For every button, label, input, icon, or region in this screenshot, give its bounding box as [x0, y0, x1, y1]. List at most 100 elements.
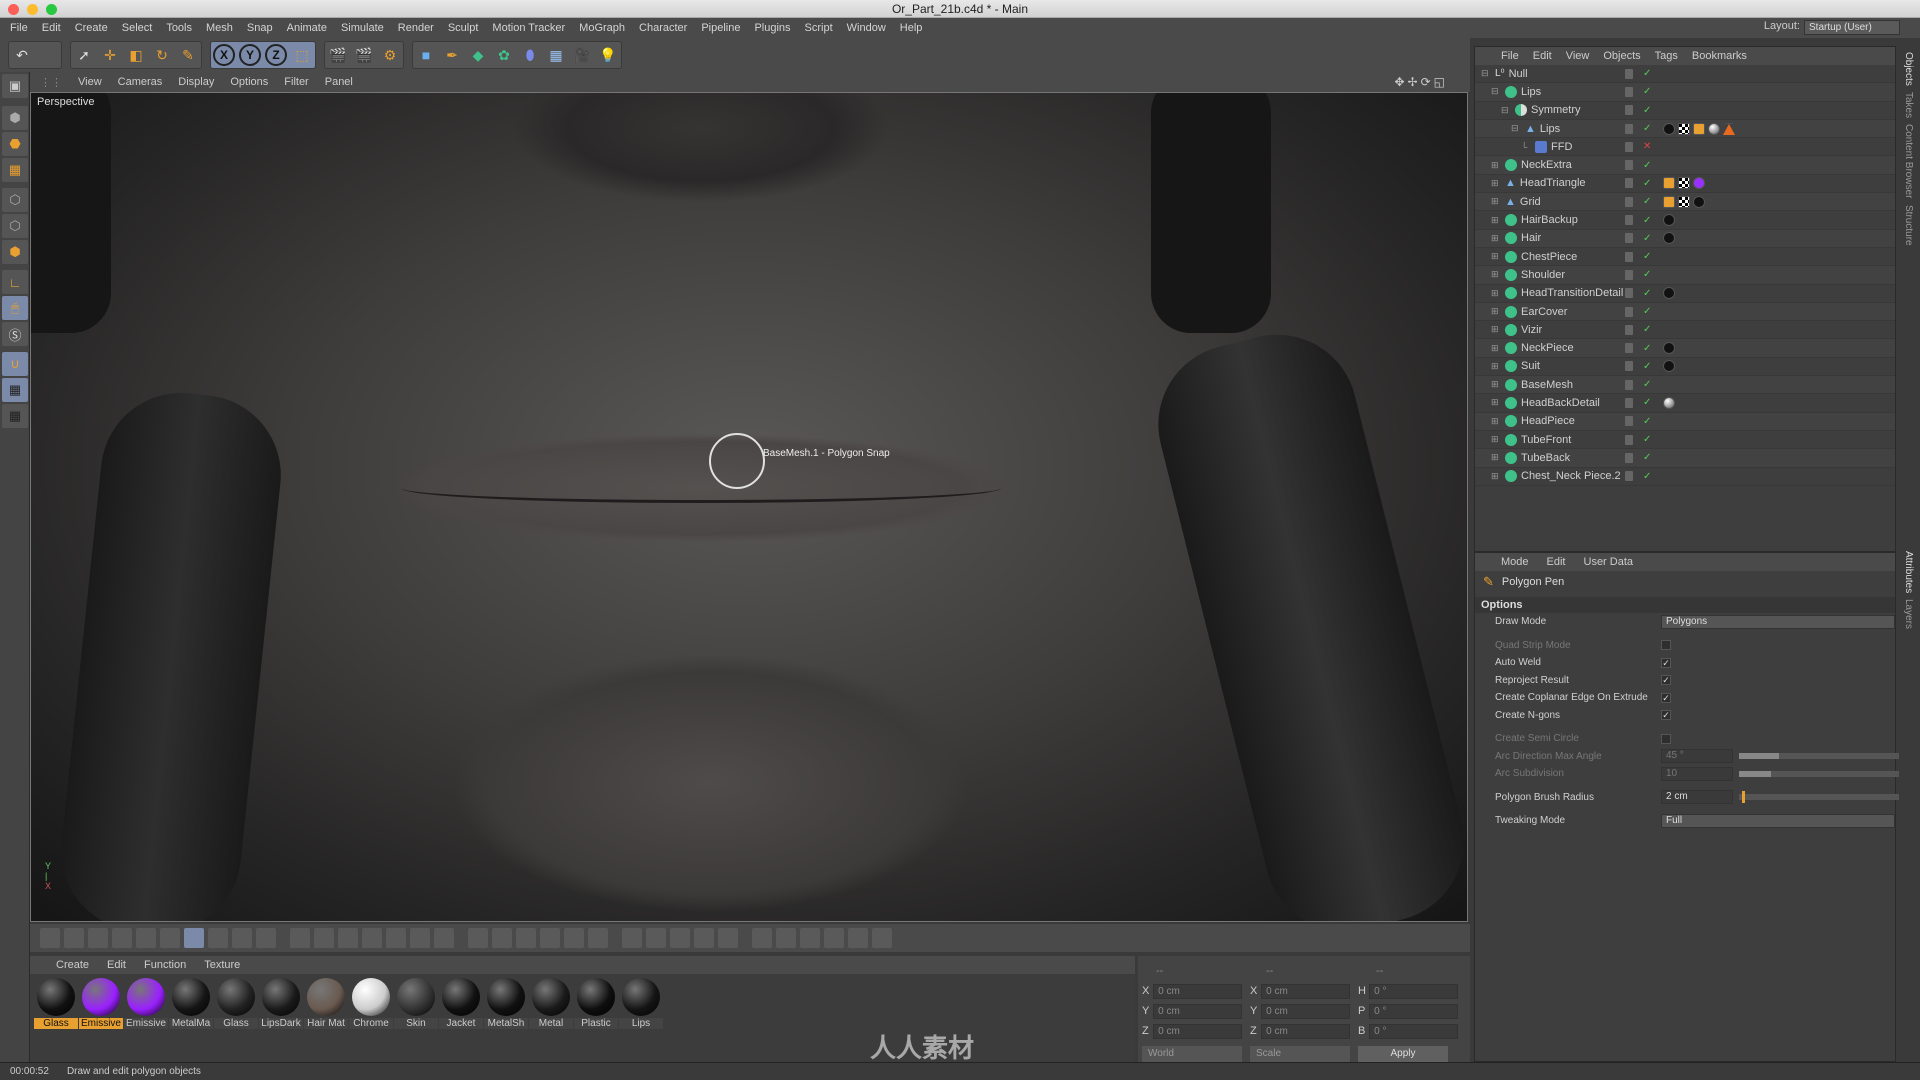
bottom-tool-button[interactable]	[622, 928, 642, 948]
menu-sculpt[interactable]: Sculpt	[448, 22, 479, 34]
bottom-tool-button[interactable]	[718, 928, 738, 948]
visibility-toggle[interactable]	[1625, 434, 1633, 445]
object-row[interactable]: ⊞ HeadPiece ✓	[1475, 412, 1895, 431]
expand-toggle-icon[interactable]: ⊞	[1491, 416, 1501, 427]
visibility-toggle[interactable]	[1625, 306, 1633, 317]
material-tag-icon[interactable]	[1693, 195, 1705, 208]
layout-select[interactable]: Startup (User)	[1804, 20, 1900, 35]
points-mode-icon[interactable]: ⬡	[2, 188, 28, 212]
menu-tools[interactable]: Tools	[166, 22, 192, 34]
object-row[interactable]: ⊟ Lips ✓	[1475, 83, 1895, 102]
coord-field[interactable]: 0 °	[1369, 1003, 1458, 1019]
bottom-tool-button[interactable]	[208, 928, 228, 948]
enabled-check-icon[interactable]: ✓	[1643, 178, 1651, 189]
object-row[interactable]: └ FFD ✕	[1475, 138, 1895, 157]
visibility-toggle[interactable]	[1625, 251, 1633, 262]
attribute-number-field[interactable]: 2 cm	[1661, 790, 1733, 805]
bottom-tool-button[interactable]	[646, 928, 666, 948]
attribute-dropdown[interactable]: Full	[1661, 813, 1895, 828]
viewport-menu-panel[interactable]: Panel	[325, 76, 353, 88]
object-row[interactable]: ⊞ ChestPiece ✓	[1475, 248, 1895, 267]
bottom-tool-button[interactable]	[338, 928, 358, 948]
uvw-tag-icon[interactable]	[1693, 122, 1705, 135]
cloner-icon[interactable]: ✿	[491, 42, 517, 68]
x-axis-lock[interactable]: X	[213, 44, 235, 66]
material-tag-icon[interactable]	[1663, 287, 1675, 300]
snap-icon[interactable]: ∪	[2, 352, 28, 376]
attribute-menu-edit[interactable]: Edit	[1547, 556, 1566, 568]
menu-file[interactable]: File	[10, 22, 28, 34]
side-tab-objects[interactable]: Objects	[1903, 52, 1914, 86]
bottom-tool-button[interactable]	[540, 928, 560, 948]
expand-toggle-icon[interactable]: ⊞	[1491, 452, 1501, 463]
enabled-check-icon[interactable]: ✓	[1643, 306, 1651, 317]
uvw-tag-icon[interactable]	[1663, 195, 1675, 208]
viewport-navigation-icons[interactable]: ✥✢⟳◱	[1394, 75, 1448, 89]
visibility-toggle[interactable]	[1625, 324, 1633, 335]
floor-icon[interactable]: ▦	[543, 42, 569, 68]
coord-field[interactable]: 0 cm	[1153, 983, 1242, 999]
bottom-tool-button[interactable]	[314, 928, 334, 948]
material-swatch[interactable]: Emissive	[79, 978, 123, 1064]
enabled-check-icon[interactable]: ✕	[1643, 141, 1651, 152]
attribute-checkbox[interactable]: ✓	[1661, 710, 1671, 721]
visibility-toggle[interactable]	[1625, 269, 1633, 280]
material-swatch[interactable]: Glass	[34, 978, 78, 1064]
enabled-check-icon[interactable]: ✓	[1643, 68, 1651, 79]
visibility-toggle[interactable]	[1625, 68, 1633, 79]
checker-tag-icon[interactable]	[1678, 177, 1690, 190]
visibility-toggle[interactable]	[1625, 233, 1633, 244]
edges-mode-icon[interactable]: ⬡	[2, 214, 28, 238]
object-menu-edit[interactable]: Edit	[1533, 50, 1552, 62]
bottom-tool-button[interactable]	[232, 928, 252, 948]
expand-toggle-icon[interactable]: ⊞	[1491, 343, 1501, 354]
object-row[interactable]: ⊞ BaseMesh ✓	[1475, 376, 1895, 395]
checker-tag-icon[interactable]	[1678, 195, 1690, 208]
polygon-pen-icon[interactable]: ✎	[175, 42, 201, 68]
bottom-tool-button[interactable]	[824, 928, 844, 948]
side-tab-content-browser[interactable]: Content Browser	[1903, 124, 1914, 198]
bottom-tool-button[interactable]	[564, 928, 584, 948]
cube-primitive-icon[interactable]: ■	[413, 42, 439, 68]
object-menu-tags[interactable]: Tags	[1655, 50, 1678, 62]
object-row[interactable]: ⊞ NeckPiece ✓	[1475, 339, 1895, 358]
material-menu-edit[interactable]: Edit	[107, 959, 126, 971]
bottom-tool-button[interactable]	[386, 928, 406, 948]
object-row[interactable]: ⊞ TubeBack ✓	[1475, 449, 1895, 468]
material-swatch[interactable]: Metal	[529, 978, 573, 1064]
visibility-toggle[interactable]	[1625, 471, 1633, 482]
enabled-check-icon[interactable]: ✓	[1643, 379, 1651, 390]
scale-tool-icon[interactable]: ◧	[123, 42, 149, 68]
attribute-menu-mode[interactable]: Mode	[1501, 556, 1529, 568]
visibility-toggle[interactable]	[1625, 160, 1633, 171]
visibility-toggle[interactable]	[1625, 397, 1633, 408]
light-icon[interactable]: 💡	[595, 42, 621, 68]
menu-simulate[interactable]: Simulate	[341, 22, 384, 34]
bottom-tool-button[interactable]	[64, 928, 84, 948]
coord-field[interactable]: 0 cm	[1261, 1023, 1350, 1039]
object-row[interactable]: ⊞ Suit ✓	[1475, 358, 1895, 377]
enabled-check-icon[interactable]: ✓	[1643, 196, 1651, 207]
object-row[interactable]: ⊞ ▲ HeadTriangle ✓	[1475, 175, 1895, 194]
enabled-check-icon[interactable]: ✓	[1643, 105, 1651, 116]
bottom-tool-button[interactable]	[468, 928, 488, 948]
uvw-tag-icon[interactable]	[1663, 177, 1675, 190]
model-mode-icon[interactable]: ⬢	[2, 106, 28, 130]
expand-toggle-icon[interactable]: ⊟	[1481, 68, 1491, 79]
enabled-check-icon[interactable]: ✓	[1643, 288, 1651, 299]
material-tag-icon[interactable]	[1693, 177, 1705, 190]
render-picture-viewer-icon[interactable]: 🎬	[351, 42, 377, 68]
menu-window[interactable]: Window	[847, 22, 886, 34]
visibility-toggle[interactable]	[1625, 215, 1633, 226]
menu-plugins[interactable]: Plugins	[754, 22, 790, 34]
material-tag-icon[interactable]	[1663, 342, 1675, 355]
attribute-menu-user-data[interactable]: User Data	[1584, 556, 1634, 568]
bottom-tool-button[interactable]	[670, 928, 690, 948]
attribute-slider[interactable]	[1739, 791, 1899, 804]
bottom-tool-button[interactable]	[112, 928, 132, 948]
bottom-tool-button[interactable]	[694, 928, 714, 948]
3d-viewport[interactable]: Perspective BaseMesh.1 - Polygon Snap Y |…	[30, 92, 1468, 922]
material-tag-icon[interactable]	[1663, 214, 1675, 227]
expand-toggle-icon[interactable]: ⊞	[1491, 379, 1501, 390]
coordinate-space-select[interactable]: World	[1142, 1046, 1242, 1062]
